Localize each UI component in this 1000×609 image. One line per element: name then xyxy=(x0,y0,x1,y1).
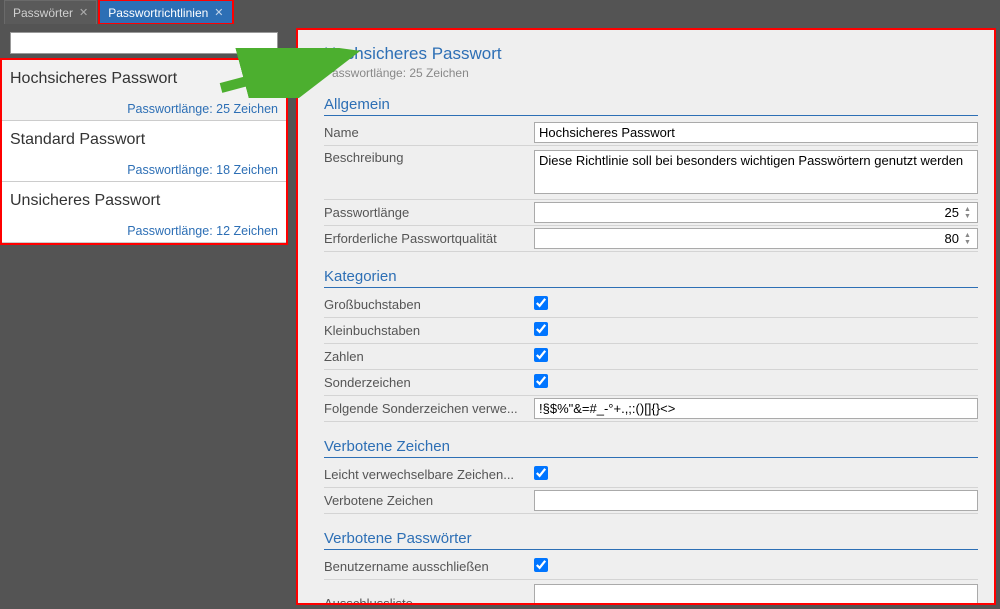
list-item-title: Unsicheres Passwort xyxy=(10,192,278,210)
label-pwlen: Passwortlänge xyxy=(324,205,534,220)
name-input[interactable] xyxy=(534,122,978,143)
descr-input[interactable] xyxy=(534,150,978,194)
detail-pane: Hochsicheres Passwort Passwortlänge: 25 … xyxy=(298,30,994,603)
tab-passwords[interactable]: Passwörter ✕ xyxy=(4,0,97,24)
label-name: Name xyxy=(324,125,534,140)
digits-checkbox[interactable] xyxy=(534,348,548,362)
excl-list-input[interactable] xyxy=(534,584,978,603)
spinner-icon[interactable]: ▲▼ xyxy=(964,230,976,247)
section-title-categories: Kategorien xyxy=(324,268,978,288)
page-subtitle: Passwortlänge: 25 Zeichen xyxy=(324,66,978,80)
label-forbidden: Verbotene Zeichen xyxy=(324,493,534,508)
label-pwq: Erforderliche Passwortqualität xyxy=(324,231,534,246)
search-wrap xyxy=(0,24,288,60)
upper-checkbox[interactable] xyxy=(534,296,548,310)
pwlen-input[interactable] xyxy=(534,202,978,223)
list-item-title: Standard Passwort xyxy=(10,131,278,149)
tab-label: Passwörter xyxy=(13,6,73,20)
forbidden-input[interactable] xyxy=(534,490,978,511)
list-item[interactable]: Standard Passwort Passwortlänge: 18 Zeic… xyxy=(2,121,286,182)
special-checkbox[interactable] xyxy=(534,374,548,388)
close-icon[interactable]: ✕ xyxy=(79,6,88,19)
list-item-meta: Passwortlänge: 25 Zeichen xyxy=(10,102,278,116)
label-upper: Großbuchstaben xyxy=(324,297,534,312)
label-lower: Kleinbuchstaben xyxy=(324,323,534,338)
list-item-title: Hochsicheres Passwort xyxy=(10,70,278,88)
label-confusable: Leicht verwechselbare Zeichen... xyxy=(324,467,534,482)
tab-policies[interactable]: Passwortrichtlinien ✕ xyxy=(99,0,232,24)
section-title-general: Allgemein xyxy=(324,96,978,116)
tab-label: Passwortrichtlinien xyxy=(108,6,208,20)
list-item[interactable]: Hochsicheres Passwort Passwortlänge: 25 … xyxy=(2,60,286,121)
pwq-input[interactable] xyxy=(534,228,978,249)
label-special-list: Folgende Sonderzeichen verwe... xyxy=(324,401,534,416)
label-user-excl: Benutzername ausschließen xyxy=(324,559,534,574)
policy-list: Hochsicheres Passwort Passwortlänge: 25 … xyxy=(2,60,286,243)
label-digits: Zahlen xyxy=(324,349,534,364)
tab-bar: Passwörter ✕ Passwortrichtlinien ✕ xyxy=(0,0,1000,24)
confusable-checkbox[interactable] xyxy=(534,466,548,480)
spinner-icon[interactable]: ▲▼ xyxy=(964,204,976,221)
label-descr: Beschreibung xyxy=(324,150,534,165)
sidebar: Hochsicheres Passwort Passwortlänge: 25 … xyxy=(0,24,288,609)
special-list-input[interactable] xyxy=(534,398,978,419)
list-item-meta: Passwortlänge: 12 Zeichen xyxy=(10,224,278,238)
close-icon[interactable]: ✕ xyxy=(214,6,223,19)
lower-checkbox[interactable] xyxy=(534,322,548,336)
user-excl-checkbox[interactable] xyxy=(534,558,548,572)
section-title-forbidden-pw: Verbotene Passwörter xyxy=(324,530,978,550)
label-special: Sonderzeichen xyxy=(324,375,534,390)
search-input[interactable] xyxy=(10,32,278,54)
page-title: Hochsicheres Passwort xyxy=(324,44,978,64)
list-item[interactable]: Unsicheres Passwort Passwortlänge: 12 Ze… xyxy=(2,182,286,243)
section-title-forbidden-chars: Verbotene Zeichen xyxy=(324,438,978,458)
label-excl-list: Ausschlussliste xyxy=(324,584,534,603)
list-item-meta: Passwortlänge: 18 Zeichen xyxy=(10,163,278,177)
